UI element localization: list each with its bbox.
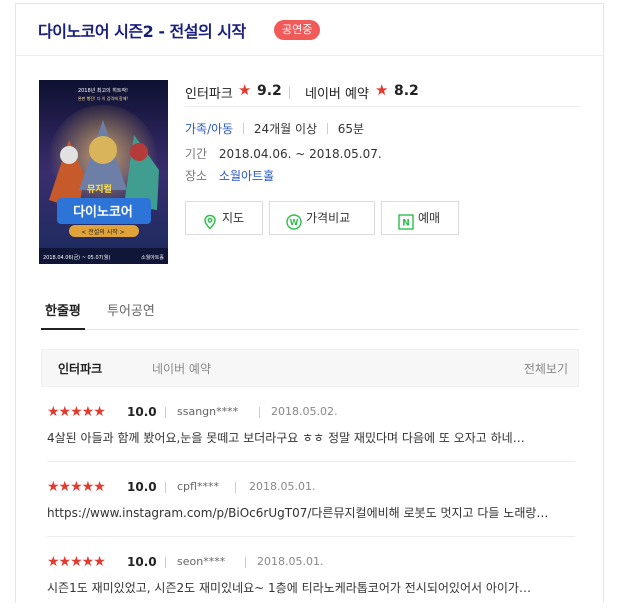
map-pin-icon	[202, 210, 218, 230]
review-score: 10.0	[127, 555, 157, 569]
period-label: 기간	[185, 147, 208, 161]
tab-one-line-review[interactable]: 한줄평	[45, 300, 81, 319]
price-compare-icon: W	[286, 210, 302, 230]
title-bar: 다이노코어 시즌2 - 전설의 시작 공연중	[16, 4, 603, 56]
review-item: ★★★★★ 10.0 seon**** 2018.05.01. 시즌1도 재미있…	[47, 554, 575, 614]
star-icon: ★	[238, 81, 252, 99]
poster-venue: 소월아트홀	[141, 254, 164, 261]
review-divider	[47, 536, 575, 537]
performance-card: 다이노코어 시즌2 - 전설의 시작 공연중 2018년 최고의 히트작! 완판…	[15, 3, 604, 603]
divider	[259, 407, 260, 418]
divider	[326, 123, 328, 134]
interpark-rating-source: 인터파크	[185, 87, 233, 102]
genre-row: 가족/아동 24개월 이상 65분	[185, 120, 364, 138]
naver-rating-source: 네이버 예약	[305, 87, 369, 102]
rating-divider	[289, 87, 290, 99]
rating-stars: ★★★★★	[47, 479, 106, 495]
divider	[243, 123, 245, 134]
status-badge: 공연중	[274, 20, 321, 40]
reserve-button[interactable]: N 예매	[381, 201, 459, 235]
poster-subtitle: < 전설의 시작 >	[81, 228, 124, 236]
content-tabs: 한줄평 투어공연	[41, 288, 579, 330]
review-text[interactable]: https://www.instagram.com/p/BiOc6rUgT07/…	[47, 504, 565, 521]
tab-tour[interactable]: 투어공연	[107, 300, 155, 319]
svg-text:N: N	[402, 219, 410, 229]
ratings-row: 인터파크 ★ 9.2 네이버 예약 ★ 8.2	[185, 81, 580, 107]
review-date: 2018.05.02.	[271, 405, 338, 418]
review-date: 2018.05.01.	[249, 480, 316, 493]
naver-rating-score: 8.2	[394, 83, 419, 99]
review-text[interactable]: 시즌1도 재미있었고, 시즌2도 재미있네요~ 1층에 티라노케라톱코어가 전시…	[47, 579, 565, 596]
review-item: ★★★★★ 10.0 ssangn**** 2018.05.02. 4살된 아들…	[47, 404, 575, 464]
divider	[165, 482, 166, 493]
map-button[interactable]: 지도	[185, 201, 263, 235]
genre-link[interactable]: 가족/아동	[185, 122, 233, 136]
review-user: seon****	[177, 555, 226, 568]
divider	[165, 557, 166, 568]
poster-title-musical: 뮤지컬	[87, 183, 112, 195]
review-score: 10.0	[127, 480, 157, 494]
star-icon: ★	[375, 81, 389, 99]
divider	[165, 407, 166, 418]
svg-text:W: W	[290, 218, 299, 227]
view-all-link[interactable]: 전체보기	[524, 360, 568, 377]
price-compare-label: 가격비교	[306, 211, 351, 225]
divider	[245, 557, 246, 568]
subtab-interpark[interactable]: 인터파크	[58, 360, 102, 377]
runtime: 65분	[337, 122, 365, 136]
review-user: cpfl****	[177, 480, 219, 493]
reserve-button-label: 예매	[418, 211, 441, 225]
rating-stars: ★★★★★	[47, 554, 106, 570]
subtab-naver[interactable]: 네이버 예약	[152, 360, 211, 377]
poster-top-caption: 2018년 최고의 히트작!	[78, 87, 128, 94]
period-row: 기간 2018.04.06. ~ 2018.05.07.	[185, 145, 382, 163]
review-date: 2018.05.01.	[257, 555, 324, 568]
active-tab-indicator	[41, 328, 85, 330]
place-row: 장소 소월아트홀	[185, 167, 274, 185]
poster-dates: 2018.04.06(금) ~ 05.07(월)	[43, 254, 110, 261]
review-divider	[47, 461, 575, 462]
poster-illustration: 2018년 최고의 히트작! 완판 행진! 다 이 감격에 함께! 뮤지컬 다이…	[39, 80, 168, 264]
interpark-rating-score: 9.2	[257, 83, 282, 99]
divider	[235, 482, 236, 493]
review-item: ★★★★★ 10.0 cpfl**** 2018.05.01. https://…	[47, 479, 575, 539]
period-value: 2018.04.06. ~ 2018.05.07.	[218, 147, 382, 161]
poster-title-logo: 다이노코어	[73, 204, 133, 220]
review-score: 10.0	[127, 405, 157, 419]
rating-stars: ★★★★★	[47, 404, 106, 420]
place-label: 장소	[185, 169, 208, 183]
place-link[interactable]: 소월아트홀	[219, 169, 274, 183]
map-button-label: 지도	[222, 211, 245, 225]
review-user: ssangn****	[177, 405, 239, 418]
review-source-tabs: 인터파크 네이버 예약 전체보기	[41, 349, 579, 387]
age-limit: 24개월 이상	[253, 122, 318, 136]
naver-reserve-icon: N	[398, 210, 414, 230]
poster-sub-caption: 완판 행진! 다 이 감격에 함께!	[78, 95, 128, 101]
price-compare-button[interactable]: W 가격비교	[269, 201, 375, 235]
poster-image[interactable]: 2018년 최고의 히트작! 완판 행진! 다 이 감격에 함께! 뮤지컬 다이…	[39, 80, 168, 264]
performance-title[interactable]: 다이노코어 시즌2 - 전설의 시작	[38, 18, 246, 42]
review-text[interactable]: 4살된 아들과 함께 봤어요,눈을 못떼고 보더라구요 ㅎㅎ 정말 재밌다며 다…	[47, 429, 565, 446]
